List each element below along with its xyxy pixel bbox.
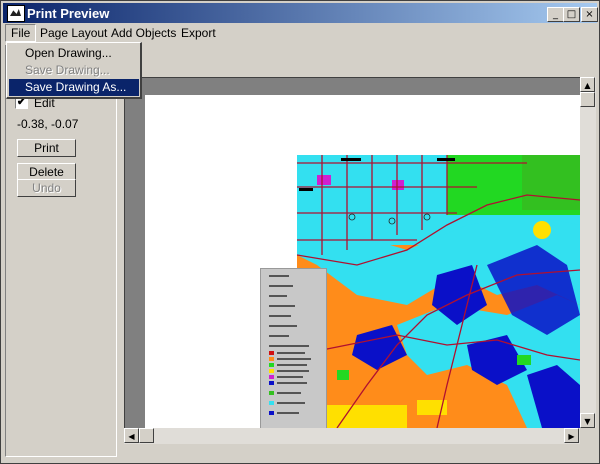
menu-open-drawing[interactable]: Open Drawing... [9,45,139,62]
menu-save-drawing[interactable]: Save Drawing... [9,62,139,79]
title-bar[interactable]: Print Preview _ □ × [3,3,598,23]
menu-file[interactable]: File [5,24,37,42]
menu-page-layout[interactable]: Page Layout [35,25,112,41]
map-image[interactable] [297,155,580,428]
horizontal-scrollbar[interactable]: ◀ ▶ [124,428,580,444]
horizontal-scroll-thumb[interactable] [139,428,154,443]
scroll-right-button[interactable]: ▶ [564,428,579,443]
minimize-button[interactable]: _ [547,7,564,22]
vertical-scrollbar[interactable]: ▲ ▼ [580,77,596,428]
scroll-left-button[interactable]: ◀ [124,428,139,443]
menu-save-drawing-as[interactable]: Save Drawing As... [9,79,139,96]
menu-bar: File Page Layout Add Objects Export [3,24,597,42]
scroll-down-button[interactable]: ▼ [580,413,595,428]
land-cover-map [297,155,580,428]
scrollbar-corner [580,428,596,444]
menu-add-objects[interactable]: Add Objects [106,25,181,41]
close-button[interactable]: × [581,7,598,22]
print-preview-window: Print Preview _ □ × File Page Layout Add… [0,0,600,464]
window-title: Print Preview [27,6,110,21]
cursor-coordinates: -0.38, -0.07 [17,117,79,131]
file-menu-dropdown: Open Drawing... Save Drawing... Save Dra… [6,42,142,99]
undo-button[interactable]: Undo [17,179,76,197]
legend-symbols [269,275,311,415]
maximize-button[interactable]: □ [563,7,580,22]
vertical-scroll-thumb[interactable] [580,92,595,107]
scroll-up-button[interactable]: ▲ [580,77,595,92]
print-button[interactable]: Print [17,139,76,157]
menu-export[interactable]: Export [176,25,221,41]
map-legend[interactable] [260,268,327,430]
app-icon[interactable] [7,5,25,22]
